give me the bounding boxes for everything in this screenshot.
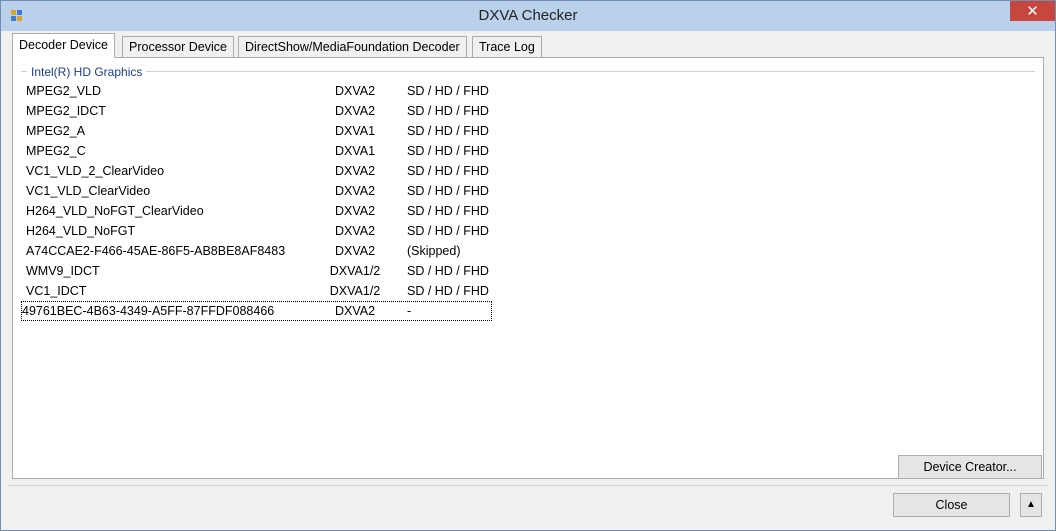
decoder-api: DXVA1: [334, 124, 376, 138]
decoder-name: H264_VLD_NoFGT: [26, 224, 136, 238]
close-window-button[interactable]: ✕: [1010, 1, 1055, 21]
chevron-up-icon: ▲: [1026, 499, 1036, 510]
list-item-focused[interactable]: 49761BEC-4B63-4349-A5FF-87FFDF088466 DXV…: [21, 301, 492, 321]
decoder-api: DXVA1/2: [329, 284, 381, 298]
decoder-resolution: SD / HD / FHD: [407, 84, 489, 98]
decoder-api: DXVA2: [334, 204, 376, 218]
list-item[interactable]: MPEG2_IDCT DXVA2 SD / HD / FHD: [21, 101, 492, 121]
decoder-name: VC1_VLD_2_ClearVideo: [26, 164, 165, 178]
list-item[interactable]: WMV9_IDCT DXVA1/2 SD / HD / FHD: [21, 261, 492, 281]
decoder-name: H264_VLD_NoFGT_ClearVideo: [26, 204, 204, 218]
tab-trace-log[interactable]: Trace Log: [472, 36, 542, 57]
decoder-resolution: SD / HD / FHD: [407, 224, 489, 238]
group-divider: [21, 71, 1035, 72]
title-bar[interactable]: DXVA Checker ✕: [1, 1, 1055, 31]
list-item[interactable]: VC1_IDCT DXVA1/2 SD / HD / FHD: [21, 281, 492, 301]
decoder-resolution: SD / HD / FHD: [407, 284, 489, 298]
decoder-resolution: SD / HD / FHD: [407, 164, 489, 178]
decoder-name: 49761BEC-4B63-4349-A5FF-87FFDF088466: [22, 304, 275, 318]
list-item[interactable]: A74CCAE2-F466-45AE-86F5-AB8BE8AF8483 DXV…: [21, 241, 492, 261]
list-item[interactable]: MPEG2_A DXVA1 SD / HD / FHD: [21, 121, 492, 141]
decoder-name: A74CCAE2-F466-45AE-86F5-AB8BE8AF8483: [26, 244, 286, 258]
decoder-resolution: (Skipped): [407, 244, 461, 258]
device-creator-button[interactable]: Device Creator...: [898, 455, 1042, 479]
client-area: Decoder Device Processor Device DirectSh…: [8, 31, 1048, 523]
decoder-resolution: SD / HD / FHD: [407, 124, 489, 138]
decoder-device-panel: Intel(R) HD Graphics MPEG2_VLD DXVA2 SD …: [12, 57, 1044, 479]
decoder-api: DXVA2: [334, 244, 376, 258]
decoder-resolution: SD / HD / FHD: [407, 144, 489, 158]
tab-processor-device[interactable]: Processor Device: [122, 36, 234, 57]
tab-directshow-mediafoundation-decoder[interactable]: DirectShow/MediaFoundation Decoder: [238, 36, 467, 57]
decoder-resolution: SD / HD / FHD: [407, 104, 489, 118]
window-title: DXVA Checker: [478, 7, 578, 24]
decoder-name: VC1_IDCT: [26, 284, 87, 298]
tab-decoder-device[interactable]: Decoder Device: [12, 33, 115, 58]
decoder-name: MPEG2_A: [26, 124, 86, 138]
decoder-api: DXVA2: [334, 224, 376, 238]
decoder-resolution: SD / HD / FHD: [407, 204, 489, 218]
decoder-resolution: -: [407, 304, 412, 318]
decoder-api: DXVA2: [334, 184, 376, 198]
decoder-api: DXVA2: [334, 104, 376, 118]
expand-button[interactable]: ▲: [1020, 493, 1042, 517]
dxva-checker-window: DXVA Checker ✕ Decoder Device Processor …: [0, 0, 1056, 531]
decoder-name: MPEG2_VLD: [26, 84, 102, 98]
decoder-resolution: SD / HD / FHD: [407, 184, 489, 198]
close-button[interactable]: Close: [893, 493, 1010, 517]
list-item[interactable]: VC1_VLD_ClearVideo DXVA2 SD / HD / FHD: [21, 181, 492, 201]
decoder-api: DXVA2: [334, 84, 376, 98]
gpu-group-label: Intel(R) HD Graphics: [27, 65, 147, 79]
close-icon: ✕: [1026, 2, 1039, 20]
decoder-name: VC1_VLD_ClearVideo: [26, 184, 151, 198]
list-item[interactable]: VC1_VLD_2_ClearVideo DXVA2 SD / HD / FHD: [21, 161, 492, 181]
decoder-api: DXVA1: [334, 144, 376, 158]
list-item[interactable]: H264_VLD_NoFGT DXVA2 SD / HD / FHD: [21, 221, 492, 241]
list-item[interactable]: MPEG2_VLD DXVA2 SD / HD / FHD: [21, 81, 492, 101]
list-item[interactable]: MPEG2_C DXVA1 SD / HD / FHD: [21, 141, 492, 161]
footer-divider: [8, 485, 1048, 486]
decoder-name: WMV9_IDCT: [26, 264, 100, 278]
decoder-name: MPEG2_C: [26, 144, 86, 158]
decoder-api: DXVA1/2: [329, 264, 381, 278]
list-item[interactable]: H264_VLD_NoFGT_ClearVideo DXVA2 SD / HD …: [21, 201, 492, 221]
decoder-api: DXVA2: [334, 164, 376, 178]
decoder-resolution: SD / HD / FHD: [407, 264, 489, 278]
decoder-name: MPEG2_IDCT: [26, 104, 106, 118]
decoder-api: DXVA2: [334, 304, 376, 318]
